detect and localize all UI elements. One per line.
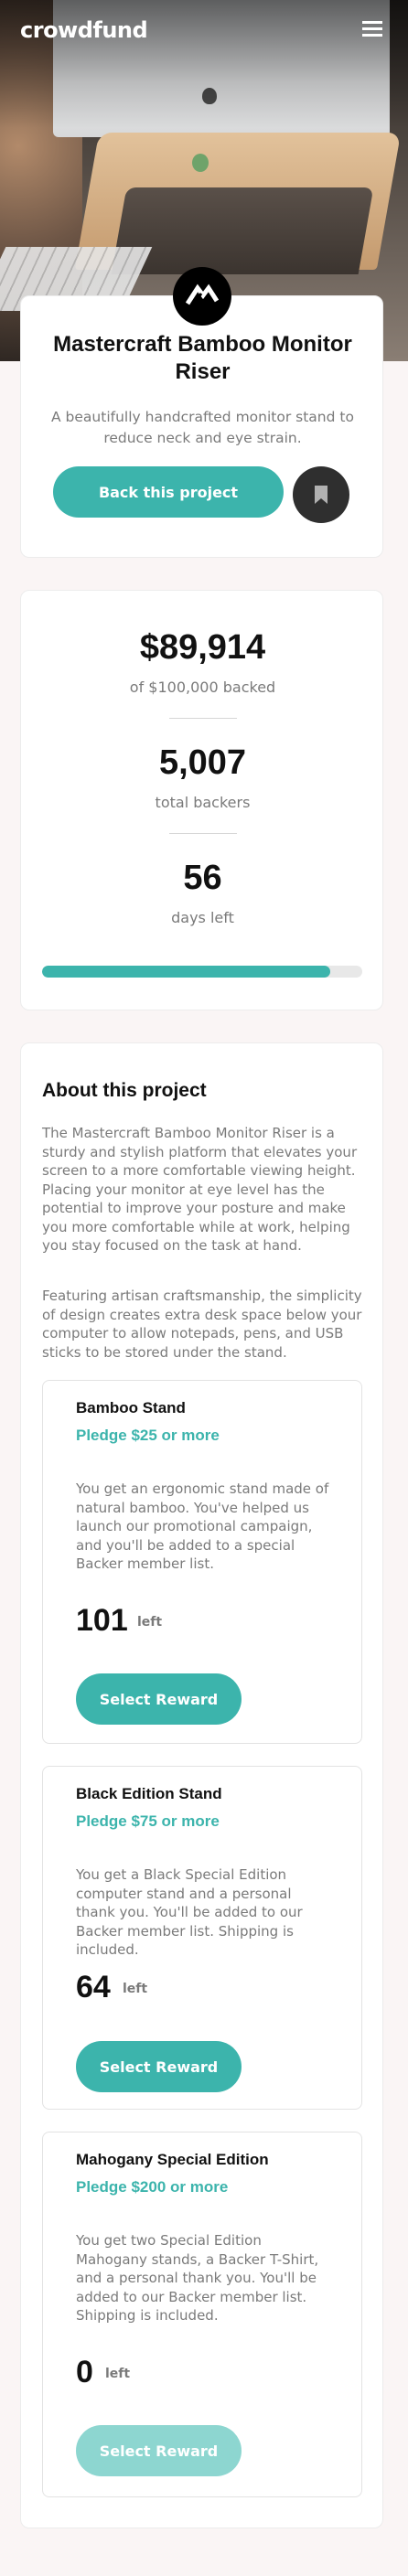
select-reward-button: Select Reward (76, 2425, 242, 2476)
funding-progress-fill (42, 966, 330, 978)
about-paragraph: Featuring artisan craftsmanship, the sim… (42, 1288, 362, 1361)
stats-card: $89,914 of $100,000 backed 5,007 total b… (20, 590, 383, 1010)
days-left: 56 (183, 859, 222, 897)
reward-left-count: 64 (76, 1970, 111, 2004)
reward-description: You get two Special Edition Mahogany sta… (76, 2232, 319, 2324)
hero-figurine (192, 154, 209, 172)
brand-logo[interactable]: crowdfund (20, 17, 148, 43)
reward-name: Bamboo Stand (76, 1399, 186, 1416)
funding-progress-bar (42, 966, 362, 978)
total-backers: 5,007 (158, 743, 247, 782)
reward-left-label: left (123, 1982, 148, 1996)
reward-left-count: 0 (76, 2355, 93, 2389)
project-subtitle: A beautifully handcrafted monitor stand … (51, 409, 354, 446)
reward-card: Mahogany Special Edition Pledge $200 or … (42, 2132, 362, 2497)
select-reward-button[interactable]: Select Reward (76, 2041, 242, 2092)
about-title: About this project (42, 1080, 207, 1101)
bookmark-button[interactable] (293, 466, 349, 523)
reward-pledge: Pledge $75 or more (76, 1812, 220, 1830)
project-title: Mastercraft Bamboo Monitor Riser (53, 332, 352, 384)
reward-card: Black Edition Stand Pledge $75 or more Y… (42, 1766, 362, 2110)
stats-divider (169, 718, 237, 719)
reward-pledge: Pledge $25 or more (76, 1427, 220, 1444)
about-paragraph: The Mastercraft Bamboo Monitor Riser is … (42, 1125, 358, 1254)
reward-name: Mahogany Special Edition (76, 2151, 269, 2168)
bookmark-icon (315, 486, 327, 504)
back-project-button[interactable]: Back this project (53, 466, 284, 518)
about-card: About this project The Mastercraft Bambo… (20, 1042, 383, 2528)
select-reward-button[interactable]: Select Reward (76, 1673, 242, 1725)
reward-description: You get an ergonomic stand made of natur… (76, 1480, 329, 1572)
reward-card: Bamboo Stand Pledge $25 or more You get … (42, 1380, 362, 1744)
hero-riser-gap (111, 187, 374, 274)
mastercraft-logo-icon (173, 267, 231, 326)
intro-card: Mastercraft Bamboo Monitor Riser A beaut… (20, 295, 383, 558)
stats-divider (169, 833, 237, 834)
reward-pledge: Pledge $200 or more (76, 2178, 229, 2196)
hamburger-icon[interactable] (362, 21, 382, 37)
reward-left-label: left (105, 2367, 131, 2381)
days-left-label: days left (171, 909, 234, 926)
total-backers-label: total backers (155, 794, 251, 811)
amount-backed-label: of $100,000 backed (129, 679, 276, 696)
reward-left-label: left (137, 1615, 163, 1630)
reward-description: You get a Black Special Edition computer… (76, 1866, 303, 1958)
reward-left-count: 101 (76, 1603, 128, 1638)
reward-name: Black Edition Stand (76, 1785, 222, 1802)
amount-backed: $89,914 (139, 628, 266, 667)
